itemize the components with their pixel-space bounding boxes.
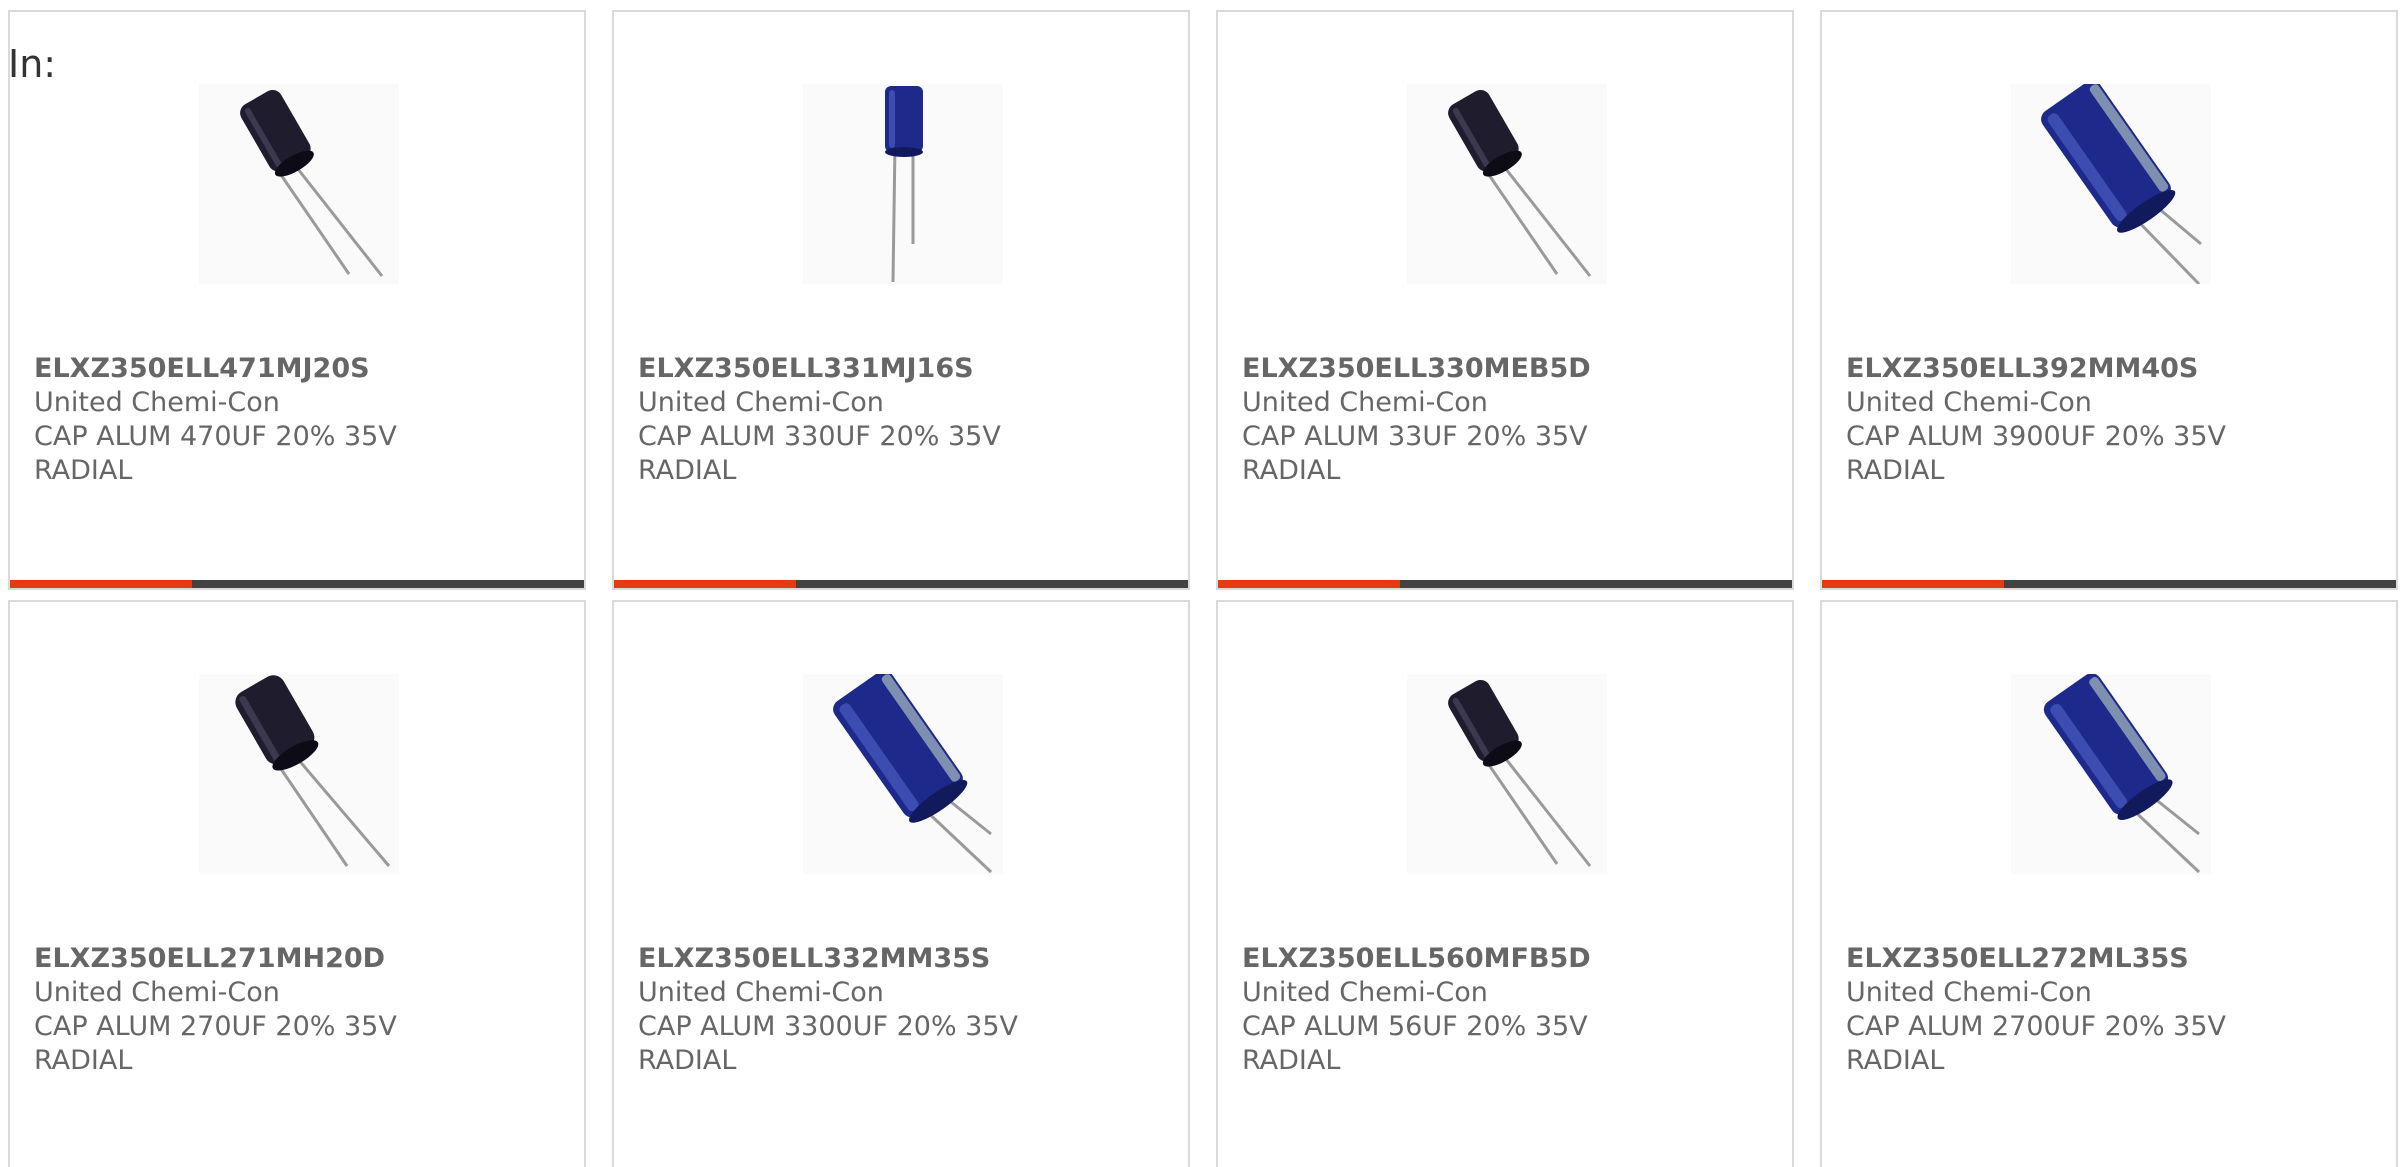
product-card[interactable]: ELXZ350ELL560MFB5D United Chemi-Con CAP … xyxy=(1216,600,1794,1167)
part-number[interactable]: ELXZ350ELL331MJ16S xyxy=(638,352,1168,386)
package: RADIAL xyxy=(638,1045,737,1076)
manufacturer: United Chemi-Con xyxy=(34,387,280,418)
description: CAP ALUM 56UF 20% 35V xyxy=(1242,1011,1588,1042)
description: CAP ALUM 33UF 20% 35V xyxy=(1242,421,1588,452)
product-grid-page: In: ELXZ350ELL471MJ20S United Chemi-Con … xyxy=(0,0,2407,1167)
capacitor-black-icon xyxy=(1407,674,1607,874)
package: RADIAL xyxy=(34,455,133,486)
part-number[interactable]: ELXZ350ELL332MM35S xyxy=(638,942,1168,976)
card-accent-bar xyxy=(10,580,584,588)
card-accent-bar xyxy=(1218,580,1792,588)
package: RADIAL xyxy=(1846,1045,1945,1076)
part-number[interactable]: ELXZ350ELL272ML35S xyxy=(1846,942,2376,976)
manufacturer: United Chemi-Con xyxy=(1846,977,2092,1008)
manufacturer: United Chemi-Con xyxy=(34,977,280,1008)
product-card[interactable]: ELXZ350ELL332MM35S United Chemi-Con CAP … xyxy=(612,600,1190,1167)
capacitor-blue-icon xyxy=(803,674,1003,874)
product-card[interactable]: ELXZ350ELL471MJ20S United Chemi-Con CAP … xyxy=(8,10,586,590)
part-number[interactable]: ELXZ350ELL471MJ20S xyxy=(34,352,564,386)
product-card[interactable]: ELXZ350ELL271MH20D United Chemi-Con CAP … xyxy=(8,600,586,1167)
capacitor-black-icon xyxy=(1407,84,1607,284)
card-accent-bar xyxy=(614,580,1188,588)
capacitor-blue-upright-icon xyxy=(803,84,1003,284)
capacitor-black-icon xyxy=(199,674,399,874)
package: RADIAL xyxy=(1242,455,1341,486)
package: RADIAL xyxy=(34,1045,133,1076)
filter-in-label: In: xyxy=(8,42,57,86)
package: RADIAL xyxy=(638,455,737,486)
description: CAP ALUM 2700UF 20% 35V xyxy=(1846,1011,2227,1042)
product-card[interactable]: ELXZ350ELL392MM40S United Chemi-Con CAP … xyxy=(1820,10,2398,590)
package: RADIAL xyxy=(1242,1045,1341,1076)
capacitor-blue-icon xyxy=(2011,84,2211,284)
product-grid: ELXZ350ELL471MJ20S United Chemi-Con CAP … xyxy=(8,10,2398,1167)
part-number[interactable]: ELXZ350ELL271MH20D xyxy=(34,942,564,976)
description: CAP ALUM 270UF 20% 35V xyxy=(34,1011,397,1042)
description: CAP ALUM 3900UF 20% 35V xyxy=(1846,421,2227,452)
manufacturer: United Chemi-Con xyxy=(1242,387,1488,418)
manufacturer: United Chemi-Con xyxy=(638,977,884,1008)
product-card[interactable]: ELXZ350ELL272ML35S United Chemi-Con CAP … xyxy=(1820,600,2398,1167)
product-card[interactable]: ELXZ350ELL331MJ16S United Chemi-Con CAP … xyxy=(612,10,1190,590)
description: CAP ALUM 470UF 20% 35V xyxy=(34,421,397,452)
manufacturer: United Chemi-Con xyxy=(638,387,884,418)
product-card[interactable]: ELXZ350ELL330MEB5D United Chemi-Con CAP … xyxy=(1216,10,1794,590)
manufacturer: United Chemi-Con xyxy=(1242,977,1488,1008)
card-accent-bar xyxy=(1822,580,2396,588)
capacitor-blue-icon xyxy=(2011,674,2211,874)
description: CAP ALUM 330UF 20% 35V xyxy=(638,421,1001,452)
part-number[interactable]: ELXZ350ELL330MEB5D xyxy=(1242,352,1772,386)
description: CAP ALUM 3300UF 20% 35V xyxy=(638,1011,1019,1042)
capacitor-black-icon xyxy=(199,84,399,284)
package: RADIAL xyxy=(1846,455,1945,486)
part-number[interactable]: ELXZ350ELL560MFB5D xyxy=(1242,942,1772,976)
part-number[interactable]: ELXZ350ELL392MM40S xyxy=(1846,352,2376,386)
manufacturer: United Chemi-Con xyxy=(1846,387,2092,418)
